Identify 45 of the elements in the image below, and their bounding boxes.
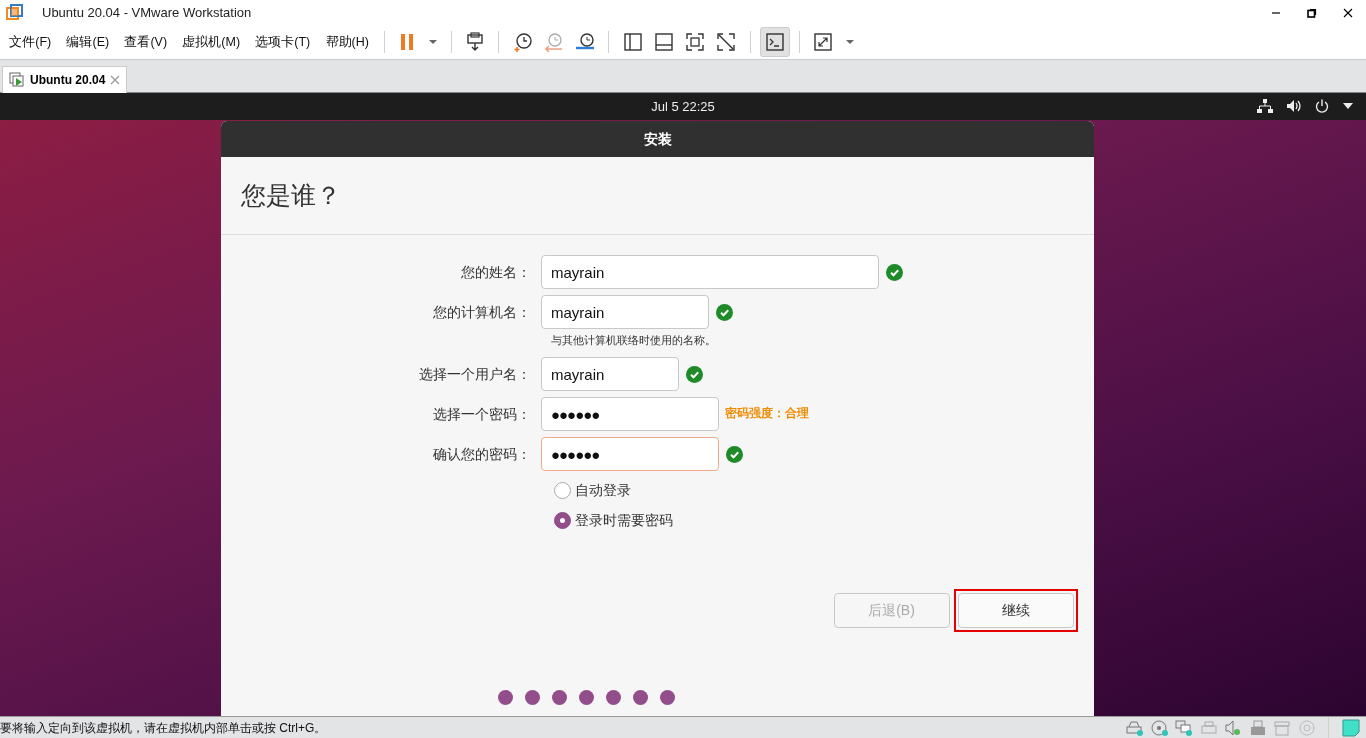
unity-off-icon[interactable] <box>715 31 738 53</box>
continue-button[interactable]: 继续 <box>958 593 1074 628</box>
menu-item[interactable]: 帮助(H) <box>319 30 375 54</box>
stretch-icon[interactable] <box>812 31 835 53</box>
sidebar-layout-icon[interactable] <box>621 31 644 53</box>
app-logo-icon <box>6 3 24 22</box>
radio-option[interactable]: 登录时需要密码 <box>554 505 673 535</box>
menu-item[interactable]: 虚拟机(M) <box>176 30 247 54</box>
tab-close-icon[interactable] <box>110 75 121 85</box>
restore-icon <box>1307 7 1317 18</box>
field-label: 您的计算机名： <box>432 302 532 322</box>
power-icon[interactable] <box>1315 99 1329 113</box>
console-icon[interactable] <box>763 31 786 53</box>
cd-drive-icon[interactable] <box>1150 719 1169 736</box>
vm-tab[interactable]: Ubuntu 20.04 <box>2 66 128 93</box>
status-message: 要将输入定向到该虚拟机，请在虚拟机内部单击或按 Ctrl+G。 <box>0 719 328 737</box>
dropdown-caret-icon[interactable] <box>1342 102 1354 110</box>
field-hint: 与其他计算机联络时使用的名称。 <box>551 332 717 348</box>
field-label: 选择一个密码： <box>432 404 532 424</box>
bottom-panel-icon[interactable] <box>652 31 675 53</box>
input-field[interactable]: mayrain <box>541 255 879 289</box>
clock[interactable]: Jul 5 22:25 <box>651 96 715 117</box>
menu-item[interactable]: 文件(F) <box>3 30 58 54</box>
menu-item[interactable]: 查看(V) <box>118 30 174 54</box>
password-field[interactable]: ●●●●●● <box>541 397 719 431</box>
menu-item[interactable]: 编辑(E) <box>60 30 116 54</box>
dialog-title: 安装 <box>643 129 672 149</box>
menu-item[interactable]: 选项卡(T) <box>249 30 317 54</box>
network-icon[interactable] <box>1257 99 1273 113</box>
field-label: 选择一个用户名： <box>418 364 532 384</box>
speaker-icon[interactable] <box>1224 719 1242 736</box>
field-label: 确认您的密码： <box>432 444 532 464</box>
vm-running-icon <box>9 72 25 88</box>
radio-option[interactable]: 自动登录 <box>554 475 631 505</box>
password-field[interactable]: ●●●●●● <box>541 437 719 471</box>
password-strength: 密码强度：合理 <box>725 405 809 422</box>
input-field[interactable]: mayrain <box>541 357 679 391</box>
page-heading: 您是谁？ <box>241 179 341 211</box>
close-icon <box>1343 7 1353 18</box>
fullscreen-icon[interactable] <box>684 31 707 53</box>
input-field[interactable]: mayrain <box>541 295 709 329</box>
volume-icon[interactable] <box>1286 99 1302 113</box>
field-label: 您的姓名： <box>460 262 532 282</box>
network-adapter-icon[interactable] <box>1175 719 1193 736</box>
window-title: Ubuntu 20.04 - VMware Workstation <box>42 3 253 22</box>
